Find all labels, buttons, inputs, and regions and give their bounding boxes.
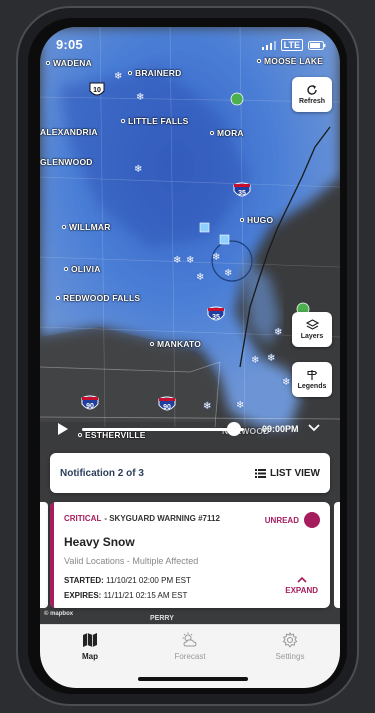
started-value: 11/10/21 02:00 PM EST <box>106 576 191 585</box>
city-label: PERRY <box>150 615 174 622</box>
snowflake-icon: ❄ <box>251 355 260 366</box>
city-label: WILLMAR <box>62 222 111 232</box>
mapbox-attribution[interactable]: © mapbox <box>44 611 73 617</box>
unread-dot <box>304 512 320 528</box>
snowflake-icon: ❄ <box>274 327 283 338</box>
home-indicator[interactable] <box>138 677 248 681</box>
radar-playback-bar: 09:00PM <box>40 417 340 441</box>
interstate-shield-icon: 35 <box>207 306 225 321</box>
city-label: LITTLE FALLS <box>121 116 188 126</box>
snowflake-icon: ❄ <box>114 71 123 82</box>
warning-source: - SKYGUARD WARNING #7112 <box>104 514 220 523</box>
expand-button[interactable]: EXPAND <box>285 576 318 595</box>
snowflake-icon: ❄ <box>203 401 212 412</box>
tab-settings[interactable]: Settings <box>240 625 340 688</box>
notification-counter: Notification 2 of 3 <box>60 467 144 479</box>
snowflake-icon: ❄ <box>134 164 143 175</box>
city-label: MORA <box>210 128 244 138</box>
playback-time: 09:00PM <box>262 424 299 434</box>
city-label: ALEXANDRIA <box>40 127 98 137</box>
notification-source-row: CRITICAL - SKYGUARD WARNING #7112 <box>64 514 220 523</box>
partly-cloudy-icon <box>182 632 197 647</box>
gear-icon <box>282 632 298 648</box>
us-route-number: 10 <box>93 87 101 94</box>
tab-map-label: Map <box>82 652 98 661</box>
city-label: BRAINERD <box>128 68 181 78</box>
snowflake-icon: ❄ <box>224 268 233 279</box>
phone-screen: 9:05 LTE WADENA BRAINERD MOOSE LAKE LITT… <box>40 27 340 688</box>
layers-label: Layers <box>300 333 324 340</box>
interstate-number: 90 <box>163 404 171 411</box>
expires-label: EXPIRES: <box>64 591 102 600</box>
tab-map[interactable]: Map <box>40 625 140 688</box>
playback-scrubber[interactable] <box>227 422 242 436</box>
city-label: OLIVIA <box>64 264 101 274</box>
network-type: LTE <box>280 39 303 51</box>
us-route-shield-icon: 10 <box>89 82 105 96</box>
next-notification-card[interactable] <box>334 502 340 608</box>
snowflake-icon: ❄ <box>267 353 276 364</box>
map-icon <box>83 633 97 647</box>
snowflake-icon: ❄ <box>236 400 245 411</box>
severity-label: CRITICAL <box>64 514 102 523</box>
city-label: GLENWOOD <box>40 157 93 167</box>
layers-icon <box>305 319 319 330</box>
snowflake-icon: ❄ <box>186 255 195 266</box>
cellular-signal-icon <box>261 40 276 50</box>
list-icon <box>255 468 266 478</box>
previous-notification-card[interactable] <box>40 502 48 608</box>
interstate-shield-icon: 90 <box>81 395 99 410</box>
started-label: STARTED: <box>64 576 104 585</box>
interstate-shield-icon: 35 <box>233 182 251 197</box>
severity-accent-bar <box>50 502 54 608</box>
city-label: HUGO <box>240 215 273 225</box>
signpost-icon <box>307 370 318 380</box>
tab-forecast-label: Forecast <box>174 652 206 661</box>
started-row: STARTED: 11/10/21 02:00 PM EST <box>64 576 191 585</box>
interstate-number: 35 <box>212 314 220 321</box>
interstate-number: 90 <box>86 403 94 410</box>
unread-status: UNREAD <box>265 512 320 528</box>
tab-settings-label: Settings <box>275 652 305 661</box>
battery-icon <box>308 40 326 50</box>
unread-label: UNREAD <box>264 515 299 525</box>
status-time: 9:05 <box>56 37 83 52</box>
status-indicators: LTE <box>261 39 326 51</box>
notification-header: Notification 2 of 3 LIST VIEW <box>50 453 330 493</box>
legends-label: Legends <box>297 383 327 390</box>
expand-label: EXPAND <box>285 586 318 595</box>
refresh-label: Refresh <box>298 98 326 105</box>
radar-map[interactable]: 9:05 LTE WADENA BRAINERD MOOSE LAKE LITT… <box>40 27 340 624</box>
list-view-button[interactable]: LIST VIEW <box>255 468 320 479</box>
layers-button[interactable]: Layers <box>292 312 332 347</box>
playback-track[interactable] <box>82 428 244 431</box>
snowflake-icon: ❄ <box>196 272 205 283</box>
refresh-icon <box>307 85 317 95</box>
snowflake-icon: ❄ <box>173 255 182 266</box>
list-view-label: LIST VIEW <box>270 467 320 479</box>
chevron-up-icon <box>297 576 307 583</box>
snowflake-icon: ❄ <box>282 377 291 388</box>
city-label: REDWOOD FALLS <box>56 293 140 303</box>
legends-button[interactable]: Legends <box>292 362 332 397</box>
interstate-shield-icon: 90 <box>158 396 176 411</box>
city-label: MANKATO <box>150 339 201 349</box>
expires-value: 11/11/21 02:15 AM EST <box>103 591 188 600</box>
notification-card[interactable]: CRITICAL - SKYGUARD WARNING #7112 UNREAD… <box>50 502 330 608</box>
snowflake-icon: ❄ <box>212 252 221 263</box>
valid-locations: Valid Locations - Multiple Affected <box>64 556 199 566</box>
interstate-number: 35 <box>238 190 246 197</box>
refresh-button[interactable]: Refresh <box>292 77 332 112</box>
chevron-down-icon[interactable] <box>308 423 320 433</box>
snowflake-icon: ❄ <box>136 92 145 103</box>
notification-title: Heavy Snow <box>64 535 135 549</box>
play-icon[interactable] <box>57 422 69 436</box>
status-bar: 9:05 LTE <box>40 27 340 61</box>
expires-row: EXPIRES: 11/11/21 02:15 AM EST <box>64 591 187 600</box>
